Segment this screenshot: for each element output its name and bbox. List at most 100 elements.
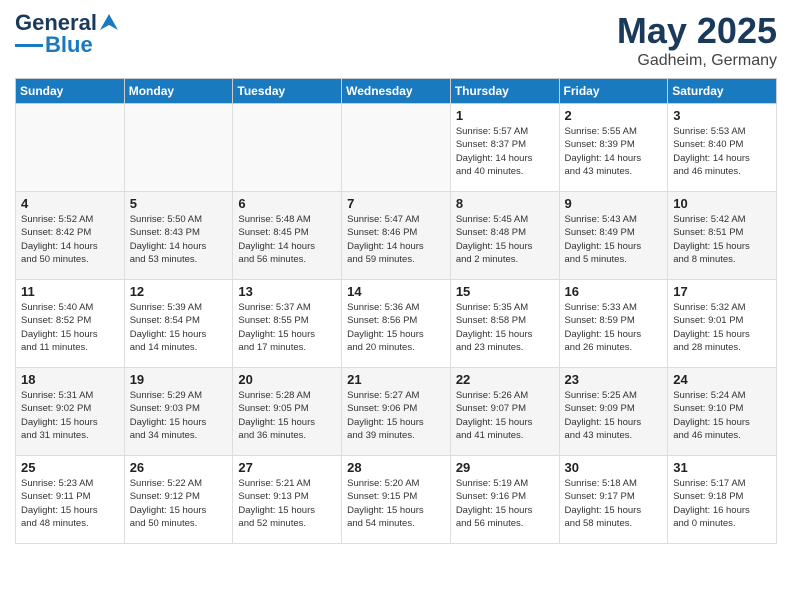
weekday-header: Tuesday <box>233 79 342 104</box>
day-info: Sunrise: 5:22 AM Sunset: 9:12 PM Dayligh… <box>130 477 228 530</box>
calendar-day-cell: 14 Sunrise: 5:36 AM Sunset: 8:56 PM Dayli… <box>342 280 451 368</box>
day-info: Sunrise: 5:43 AM Sunset: 8:49 PM Dayligh… <box>565 213 663 266</box>
day-number: 28 <box>347 460 445 475</box>
day-info: Sunrise: 5:55 AM Sunset: 8:39 PM Dayligh… <box>565 125 663 178</box>
day-info: Sunrise: 5:29 AM Sunset: 9:03 PM Dayligh… <box>130 389 228 442</box>
calendar-day-cell <box>16 104 125 192</box>
day-info: Sunrise: 5:19 AM Sunset: 9:16 PM Dayligh… <box>456 477 554 530</box>
calendar-day-cell: 31Sunrise: 5:17 AM Sunset: 9:18 PM Dayli… <box>668 456 777 544</box>
calendar-day-cell: 11 Sunrise: 5:40 AM Sunset: 8:52 PM Dayli… <box>16 280 125 368</box>
day-info: Sunrise: 5:48 AM Sunset: 8:45 PM Dayligh… <box>238 213 336 266</box>
day-number: 22 <box>456 372 554 387</box>
day-info: Sunrise: 5:47 AM Sunset: 8:46 PM Dayligh… <box>347 213 445 266</box>
day-info: Sunrise: 5:21 AM Sunset: 9:13 PM Dayligh… <box>238 477 336 530</box>
day-info: Sunrise: 5:39 AM Sunset: 8:54 PM Dayligh… <box>130 301 228 354</box>
day-info: Sunrise: 5:35 AM Sunset: 8:58 PM Dayligh… <box>456 301 554 354</box>
calendar-day-cell: 22 Sunrise: 5:26 AM Sunset: 9:07 PM Dayli… <box>450 368 559 456</box>
day-number: 25 <box>21 460 119 475</box>
day-number: 14 <box>347 284 445 299</box>
day-info: Sunrise: 5:18 AM Sunset: 9:17 PM Dayligh… <box>565 477 663 530</box>
day-number: 30 <box>565 460 663 475</box>
calendar-day-cell: 26 Sunrise: 5:22 AM Sunset: 9:12 PM Dayli… <box>124 456 233 544</box>
calendar-day-cell: 17Sunrise: 5:32 AM Sunset: 9:01 PM Dayli… <box>668 280 777 368</box>
weekday-header: Monday <box>124 79 233 104</box>
day-info: Sunrise: 5:42 AM Sunset: 8:51 PM Dayligh… <box>673 213 771 266</box>
calendar-day-cell: 18 Sunrise: 5:31 AM Sunset: 9:02 PM Dayli… <box>16 368 125 456</box>
day-number: 18 <box>21 372 119 387</box>
day-info: Sunrise: 5:33 AM Sunset: 8:59 PM Dayligh… <box>565 301 663 354</box>
day-info: Sunrise: 5:40 AM Sunset: 8:52 PM Dayligh… <box>21 301 119 354</box>
weekday-header: Sunday <box>16 79 125 104</box>
day-info: Sunrise: 5:27 AM Sunset: 9:06 PM Dayligh… <box>347 389 445 442</box>
calendar-day-cell: 21 Sunrise: 5:27 AM Sunset: 9:06 PM Dayli… <box>342 368 451 456</box>
calendar-day-cell: 3Sunrise: 5:53 AM Sunset: 8:40 PM Daylig… <box>668 104 777 192</box>
day-info: Sunrise: 5:36 AM Sunset: 8:56 PM Dayligh… <box>347 301 445 354</box>
calendar-day-cell: 20 Sunrise: 5:28 AM Sunset: 9:05 PM Dayli… <box>233 368 342 456</box>
day-number: 27 <box>238 460 336 475</box>
day-info: Sunrise: 5:57 AM Sunset: 8:37 PM Dayligh… <box>456 125 554 178</box>
calendar-day-cell: 29 Sunrise: 5:19 AM Sunset: 9:16 PM Dayli… <box>450 456 559 544</box>
day-info: Sunrise: 5:24 AM Sunset: 9:10 PM Dayligh… <box>673 389 771 442</box>
day-info: Sunrise: 5:17 AM Sunset: 9:18 PM Dayligh… <box>673 477 771 530</box>
calendar-day-cell: 2Sunrise: 5:55 AM Sunset: 8:39 PM Daylig… <box>559 104 668 192</box>
location-title: Gadheim, Germany <box>617 52 777 70</box>
weekday-header: Saturday <box>668 79 777 104</box>
calendar-day-cell: 16Sunrise: 5:33 AM Sunset: 8:59 PM Dayli… <box>559 280 668 368</box>
calendar-day-cell: 28Sunrise: 5:20 AM Sunset: 9:15 PM Dayli… <box>342 456 451 544</box>
day-number: 26 <box>130 460 228 475</box>
day-info: Sunrise: 5:23 AM Sunset: 9:11 PM Dayligh… <box>21 477 119 530</box>
calendar-week-row: 4 Sunrise: 5:52 AM Sunset: 8:42 PM Daylig… <box>16 192 777 280</box>
title-block: May 2025 Gadheim, Germany <box>617 10 777 70</box>
day-number: 4 <box>21 196 119 211</box>
day-number: 5 <box>130 196 228 211</box>
day-number: 3 <box>673 108 771 123</box>
calendar-day-cell: 7 Sunrise: 5:47 AM Sunset: 8:46 PM Daylig… <box>342 192 451 280</box>
calendar-day-cell: 4 Sunrise: 5:52 AM Sunset: 8:42 PM Daylig… <box>16 192 125 280</box>
calendar-day-cell: 9 Sunrise: 5:43 AM Sunset: 8:49 PM Daylig… <box>559 192 668 280</box>
calendar-day-cell: 1 Sunrise: 5:57 AM Sunset: 8:37 PM Daylig… <box>450 104 559 192</box>
calendar-day-cell: 6Sunrise: 5:48 AM Sunset: 8:45 PM Daylig… <box>233 192 342 280</box>
calendar-day-cell: 23Sunrise: 5:25 AM Sunset: 9:09 PM Dayli… <box>559 368 668 456</box>
day-number: 10 <box>673 196 771 211</box>
calendar-day-cell <box>233 104 342 192</box>
calendar-day-cell <box>342 104 451 192</box>
day-number: 9 <box>565 196 663 211</box>
calendar-week-row: 18 Sunrise: 5:31 AM Sunset: 9:02 PM Dayli… <box>16 368 777 456</box>
calendar-day-cell: 13Sunrise: 5:37 AM Sunset: 8:55 PM Dayli… <box>233 280 342 368</box>
calendar-body: 1 Sunrise: 5:57 AM Sunset: 8:37 PM Daylig… <box>16 104 777 544</box>
logo-bird-icon <box>98 12 120 34</box>
day-number: 11 <box>21 284 119 299</box>
calendar-day-cell: 5 Sunrise: 5:50 AM Sunset: 8:43 PM Daylig… <box>124 192 233 280</box>
day-number: 29 <box>456 460 554 475</box>
day-info: Sunrise: 5:26 AM Sunset: 9:07 PM Dayligh… <box>456 389 554 442</box>
day-info: Sunrise: 5:37 AM Sunset: 8:55 PM Dayligh… <box>238 301 336 354</box>
calendar-day-cell: 30 Sunrise: 5:18 AM Sunset: 9:17 PM Dayli… <box>559 456 668 544</box>
day-info: Sunrise: 5:52 AM Sunset: 8:42 PM Dayligh… <box>21 213 119 266</box>
logo-text-blue: Blue <box>45 32 93 58</box>
month-title: May 2025 <box>617 10 777 52</box>
calendar-day-cell: 19 Sunrise: 5:29 AM Sunset: 9:03 PM Dayli… <box>124 368 233 456</box>
day-number: 24 <box>673 372 771 387</box>
day-number: 17 <box>673 284 771 299</box>
logo: General Blue <box>15 10 120 58</box>
day-number: 20 <box>238 372 336 387</box>
weekday-header: Wednesday <box>342 79 451 104</box>
day-info: Sunrise: 5:31 AM Sunset: 9:02 PM Dayligh… <box>21 389 119 442</box>
day-number: 8 <box>456 196 554 211</box>
calendar-week-row: 1 Sunrise: 5:57 AM Sunset: 8:37 PM Daylig… <box>16 104 777 192</box>
day-info: Sunrise: 5:25 AM Sunset: 9:09 PM Dayligh… <box>565 389 663 442</box>
header-row: SundayMondayTuesdayWednesdayThursdayFrid… <box>16 79 777 104</box>
calendar-day-cell: 12Sunrise: 5:39 AM Sunset: 8:54 PM Dayli… <box>124 280 233 368</box>
weekday-header: Thursday <box>450 79 559 104</box>
day-number: 21 <box>347 372 445 387</box>
day-number: 19 <box>130 372 228 387</box>
day-info: Sunrise: 5:28 AM Sunset: 9:05 PM Dayligh… <box>238 389 336 442</box>
calendar-day-cell <box>124 104 233 192</box>
calendar-table: SundayMondayTuesdayWednesdayThursdayFrid… <box>15 78 777 544</box>
calendar-day-cell: 27 Sunrise: 5:21 AM Sunset: 9:13 PM Dayli… <box>233 456 342 544</box>
day-number: 1 <box>456 108 554 123</box>
day-info: Sunrise: 5:50 AM Sunset: 8:43 PM Dayligh… <box>130 213 228 266</box>
calendar-week-row: 25 Sunrise: 5:23 AM Sunset: 9:11 PM Dayli… <box>16 456 777 544</box>
day-number: 7 <box>347 196 445 211</box>
calendar-day-cell: 10 Sunrise: 5:42 AM Sunset: 8:51 PM Dayli… <box>668 192 777 280</box>
